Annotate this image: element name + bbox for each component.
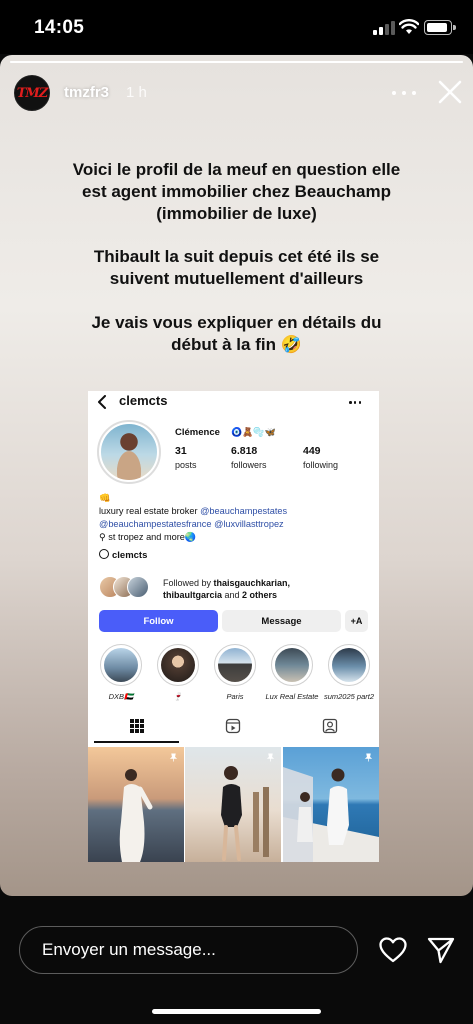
message-button: Message [222,610,341,632]
bio-line-1: luxury real estate broker @beauchampesta… [99,505,287,518]
stat-following-label: following [303,460,339,470]
add-user-button: +A [345,610,368,632]
followed-by-text: Followed by thaisgauchkarian, thibaultga… [163,577,290,601]
story-text-line: Thibault la suit depuis cet été ils se [93,247,380,266]
stat-followers-count: 6.818 [231,445,258,457]
highlight-item: Paris [214,644,256,701]
bio-mention-link: @beauchampestates [200,506,288,516]
story-author-username[interactable]: tmzfr3 [64,84,109,101]
story-text-line: Voici le profil de la meuf en question e… [72,160,401,179]
reels-icon [225,718,241,734]
heart-icon[interactable] [378,936,408,964]
bio-mention-link: @luxvillasttropez [214,519,284,529]
close-icon[interactable] [437,79,463,105]
highlight-item: 🍷 [157,644,199,701]
story-text-block-2: Thibault la suit depuis cet été ils se s… [30,246,443,290]
post-thumbnail [283,747,379,862]
profile-tabs [88,711,379,743]
story-text-block-1: Voici le profil de la meuf en question e… [30,159,443,225]
story-text-line: (immobilier de luxe) [156,204,317,223]
followed-by-others: 2 others [242,590,278,600]
profile-avatar [97,420,161,484]
profile-username: clemcts [119,393,168,408]
story-author-avatar[interactable]: TMZ [14,75,50,111]
more-dots-icon[interactable] [392,83,416,103]
message-input-placeholder[interactable]: Envoyer un message... [42,940,216,960]
followed-by-avatars [99,576,155,598]
pin-icon [364,753,373,762]
embedded-profile-screenshot: clemcts Clémence 🧿🧸🫧🦋 31 posts 6.818 fol… [88,391,379,862]
bio-line-0: 👊 [99,493,111,503]
posts-grid [88,747,379,862]
tmz-logo: TMZ [16,85,49,101]
battery-icon [424,20,456,35]
pin-icon [169,753,178,762]
profile-top-bar: clemcts [88,391,379,413]
stat-posts-count: 31 [175,445,187,457]
back-arrow-icon [98,395,106,409]
bio-line-3: ⚲ st tropez and more🌏 [99,532,197,542]
avatar [127,576,149,598]
story-viewer[interactable]: TMZ tmzfr3 1 h Voici le profil de la meu… [0,55,473,896]
highlight-item: sum2025 part2 [324,644,374,701]
threads-icon [99,549,109,559]
story-text-line: Je vais vous expliquer en détails du [91,313,382,332]
follow-button: Follow [99,610,218,632]
profile-name-emojis: 🧿🧸🫧🦋 [231,427,276,437]
send-icon[interactable] [426,935,456,965]
story-progress-bar [10,61,463,63]
story-text-line: suivent mutuellement d'ailleurs [109,269,364,288]
tab-active-indicator [94,741,179,743]
stat-posts-label: posts [175,460,197,470]
story-text-line: est agent immobilier chez Beauchamp [82,182,391,201]
grid-icon [130,719,144,733]
signal-icon [373,21,395,35]
threads-handle: clemcts [112,550,148,561]
bio-text: luxury real estate broker [99,506,201,516]
status-bar: 14:05 [0,0,473,54]
story-text-line: début à la fin 🤣 [171,335,302,354]
stat-following-count: 449 [303,445,321,457]
followed-by-user: thaisgauchkarian, [213,578,291,588]
story-timestamp: 1 h [126,84,147,101]
followed-by-conjunction: and [222,590,243,600]
profile-display-name: Clémence [175,427,220,438]
post-thumbnail [185,747,281,862]
more-dots-icon [349,401,361,404]
followed-by-prefix: Followed by [163,578,214,588]
highlight-item: DXB🇦🇪 [100,644,142,701]
home-indicator [152,1009,321,1014]
threads-badge: clemcts [99,549,147,561]
stat-followers-label: followers [231,460,267,470]
story-text-block-3: Je vais vous expliquer en détails du déb… [30,312,443,356]
bio-mention-link: @beauchampestatesfrance [99,519,212,529]
wifi-icon [399,19,419,34]
followed-by-user: thibaultgarcia [163,590,223,600]
highlight-label: sum2025 part2 [323,692,375,701]
status-time: 14:05 [34,17,85,38]
story-header: TMZ tmzfr3 1 h [0,69,473,119]
tagged-icon [322,718,338,734]
post-thumbnail [88,747,184,862]
highlight-item: Lux Real Estate [266,644,318,701]
bio-line-2: @beauchampestatesfrance @luxvillasttrope… [99,518,284,531]
pin-icon [266,753,275,762]
